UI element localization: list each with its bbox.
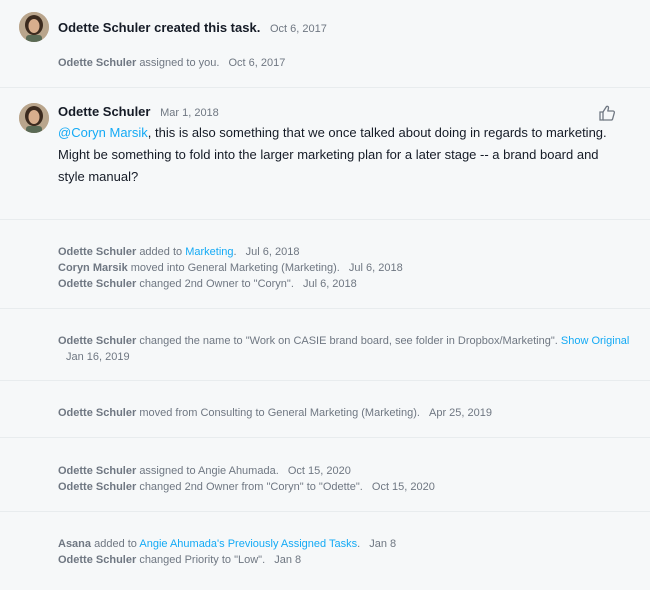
divider [0,308,650,309]
story-date: Jul 6, 2018 [348,262,403,274]
like-button[interactable] [598,104,616,122]
story-actor[interactable]: Odette Schuler [58,335,136,347]
comment-header: Odette Schuler Mar 1, 2018 [58,104,219,119]
story-actor[interactable]: Odette Schuler [58,481,136,493]
story-text: assigned to Angie Ahumada. [139,465,279,477]
story-row: Odette Schuler moved from Consulting to … [58,407,492,419]
story-date: Oct 15, 2020 [371,481,435,493]
avatar-image [19,103,49,133]
story-actor[interactable]: Asana [58,538,91,550]
divider [0,437,650,438]
story-date: Jul 6, 2018 [245,246,300,258]
story-row: Odette Schuler changed 2nd Owner from "C… [58,481,435,493]
story-actor[interactable]: Coryn Marsik [58,262,128,274]
assigned-date: Oct 6, 2017 [228,57,286,69]
story-row: Jan 16, 2019 [66,351,130,363]
story-row: Odette Schuler changed 2nd Owner to "Cor… [58,278,357,290]
divider [0,219,650,220]
comment-author[interactable]: Odette Schuler [58,104,150,119]
project-link[interactable]: Angie Ahumada's Previously Assigned Task… [139,538,357,550]
story-row: Asana added to Angie Ahumada's Previousl… [58,538,396,550]
story-text: added to [139,246,183,258]
story-date: Jan 16, 2019 [66,351,130,363]
thumbs-up-icon [599,105,616,121]
story-text-post: . [233,246,237,258]
story-date: Oct 15, 2020 [287,465,351,477]
story-actor[interactable]: Odette Schuler [58,465,136,477]
story-text: added to [94,538,137,550]
story-actor[interactable]: Odette Schuler [58,246,136,258]
story-date: Apr 25, 2019 [429,407,492,419]
story-actor[interactable]: Odette Schuler [58,278,136,290]
comment-avatar[interactable] [19,103,49,133]
assigned-line: Odette Schuler assigned to you. Oct 6, 2… [58,57,285,69]
project-link[interactable]: Marketing [185,246,233,258]
story-row: Odette Schuler changed Priority to "Low"… [58,554,301,566]
avatar-image [19,12,49,42]
divider [0,87,650,88]
story-text: moved from Consulting to General Marketi… [139,407,420,419]
story-row: Coryn Marsik moved into General Marketin… [58,262,403,274]
assigned-actor[interactable]: Odette Schuler [58,57,136,69]
story-text: changed 2nd Owner from "Coryn" to "Odett… [139,481,363,493]
story-row: Odette Schuler assigned to Angie Ahumada… [58,465,351,477]
created-line: Odette Schuler created this task. Oct 6,… [58,20,327,35]
comment-date: Mar 1, 2018 [160,107,219,119]
story-actor[interactable]: Odette Schuler [58,554,136,566]
assigned-text: assigned to you. [139,57,220,69]
creator-name[interactable]: Odette Schuler [58,20,150,35]
mention-link[interactable]: @Coryn Marsik [58,125,148,140]
divider [0,380,650,381]
divider [0,511,650,512]
story-date: Jan 8 [369,538,397,550]
story-date: Jan 8 [274,554,302,566]
story-date: Jul 6, 2018 [302,278,357,290]
avatar[interactable] [19,12,49,42]
story-actor[interactable]: Odette Schuler [58,407,136,419]
comment-body: @Coryn Marsik, this is also something th… [58,122,623,188]
story-row: Odette Schuler added to Marketing. Jul 6… [58,246,299,258]
story-text: changed Priority to "Low". [139,554,266,566]
show-original-link[interactable]: Show Original [561,335,629,347]
story-text: changed 2nd Owner to "Coryn". [139,278,294,290]
created-date: Oct 6, 2017 [269,23,327,35]
created-action: created this task. [154,20,261,35]
story-text-post: . [357,538,361,550]
story-text: changed the name to "Work on CASIE brand… [139,335,558,347]
story-row: Odette Schuler changed the name to "Work… [58,335,629,347]
story-text: moved into General Marketing (Marketing)… [130,262,340,274]
